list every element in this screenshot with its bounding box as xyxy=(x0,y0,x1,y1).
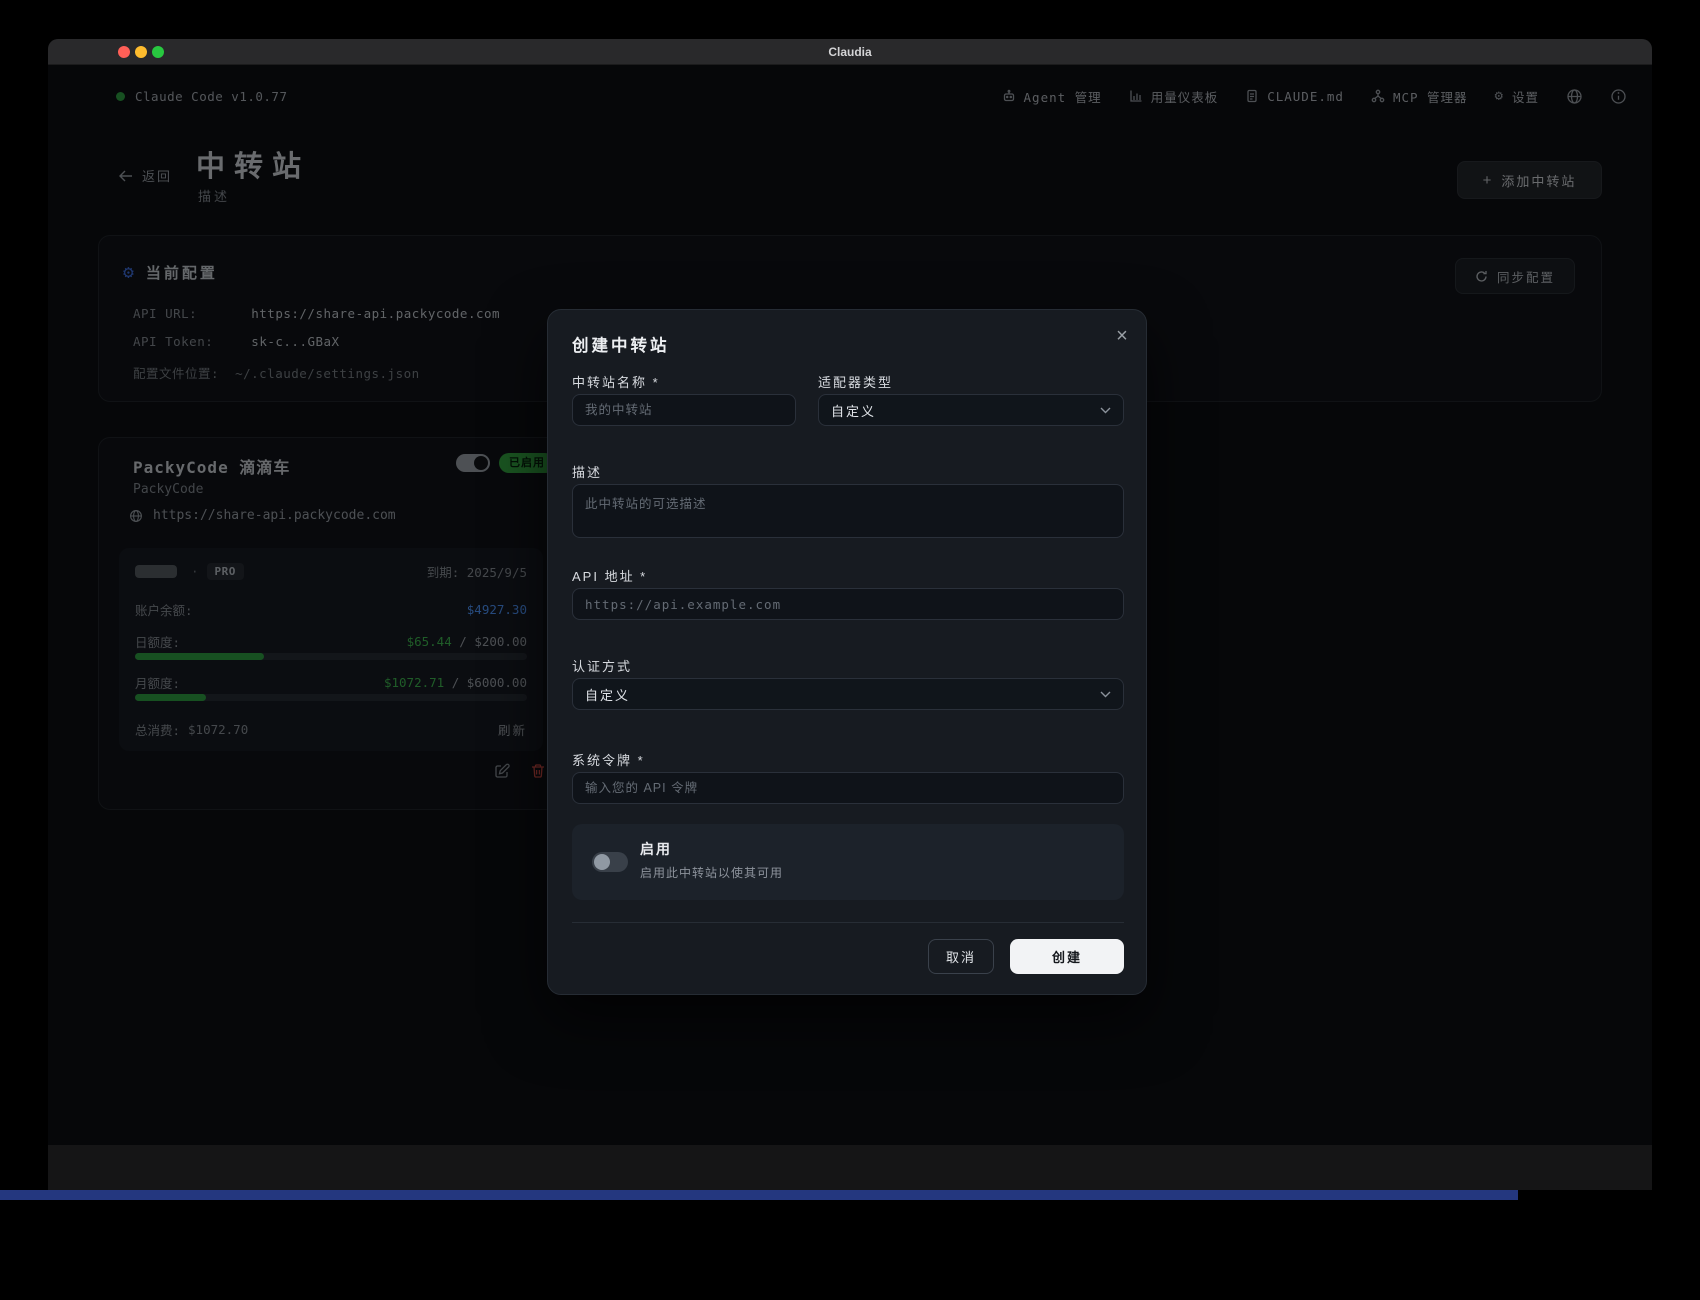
app-window: Claudia Claude Code v1.0.77 Agent 管理 用量仪… xyxy=(48,39,1652,1145)
api-address-input[interactable] xyxy=(572,588,1124,620)
adapter-type-label: 适配器类型 xyxy=(818,375,894,390)
enable-description: 启用此中转站以使其可用 xyxy=(640,866,784,880)
traffic-light-zoom[interactable] xyxy=(152,46,164,58)
enable-title: 启用 xyxy=(640,841,672,857)
description-label: 描述 xyxy=(572,465,603,480)
cancel-button[interactable]: 取消 xyxy=(928,939,994,974)
window-title: Claudia xyxy=(828,45,872,59)
chevron-down-icon xyxy=(1100,691,1111,698)
station-name-label: 中转站名称 * xyxy=(572,375,660,390)
desktop: Claudia Claude Code v1.0.77 Agent 管理 用量仪… xyxy=(0,0,1700,1300)
auth-method-label: 认证方式 xyxy=(572,659,633,674)
background-blue-strip xyxy=(0,1190,1518,1200)
toggle-knob xyxy=(594,854,610,870)
traffic-light-close[interactable] xyxy=(118,46,130,58)
traffic-light-minimize[interactable] xyxy=(135,46,147,58)
adapter-type-select[interactable]: 自定义 xyxy=(818,394,1124,426)
system-token-input[interactable] xyxy=(572,772,1124,804)
description-textarea[interactable] xyxy=(572,484,1124,538)
background-window-strip xyxy=(48,1145,1652,1190)
chevron-down-icon xyxy=(1100,407,1111,414)
auth-method-value: 自定义 xyxy=(585,687,631,703)
dialog-title: 创建中转站 xyxy=(572,337,670,355)
station-name-input[interactable] xyxy=(572,394,796,426)
close-icon: × xyxy=(1116,324,1128,347)
titlebar: Claudia xyxy=(48,39,1652,65)
dialog-divider xyxy=(572,922,1124,923)
system-token-label: 系统令牌 * xyxy=(572,753,645,768)
create-station-dialog: 创建中转站 × 中转站名称 * 适配器类型 自定义 描述 API 地址 * 认证… xyxy=(547,309,1147,995)
adapter-type-value: 自定义 xyxy=(831,403,877,419)
api-address-label: API 地址 * xyxy=(572,569,648,584)
auth-method-select[interactable]: 自定义 xyxy=(572,678,1124,710)
enable-section: 启用 启用此中转站以使其可用 xyxy=(572,824,1124,900)
dialog-close-button[interactable]: × xyxy=(1110,324,1134,348)
enable-toggle[interactable] xyxy=(592,852,628,872)
create-button[interactable]: 创建 xyxy=(1010,939,1124,974)
